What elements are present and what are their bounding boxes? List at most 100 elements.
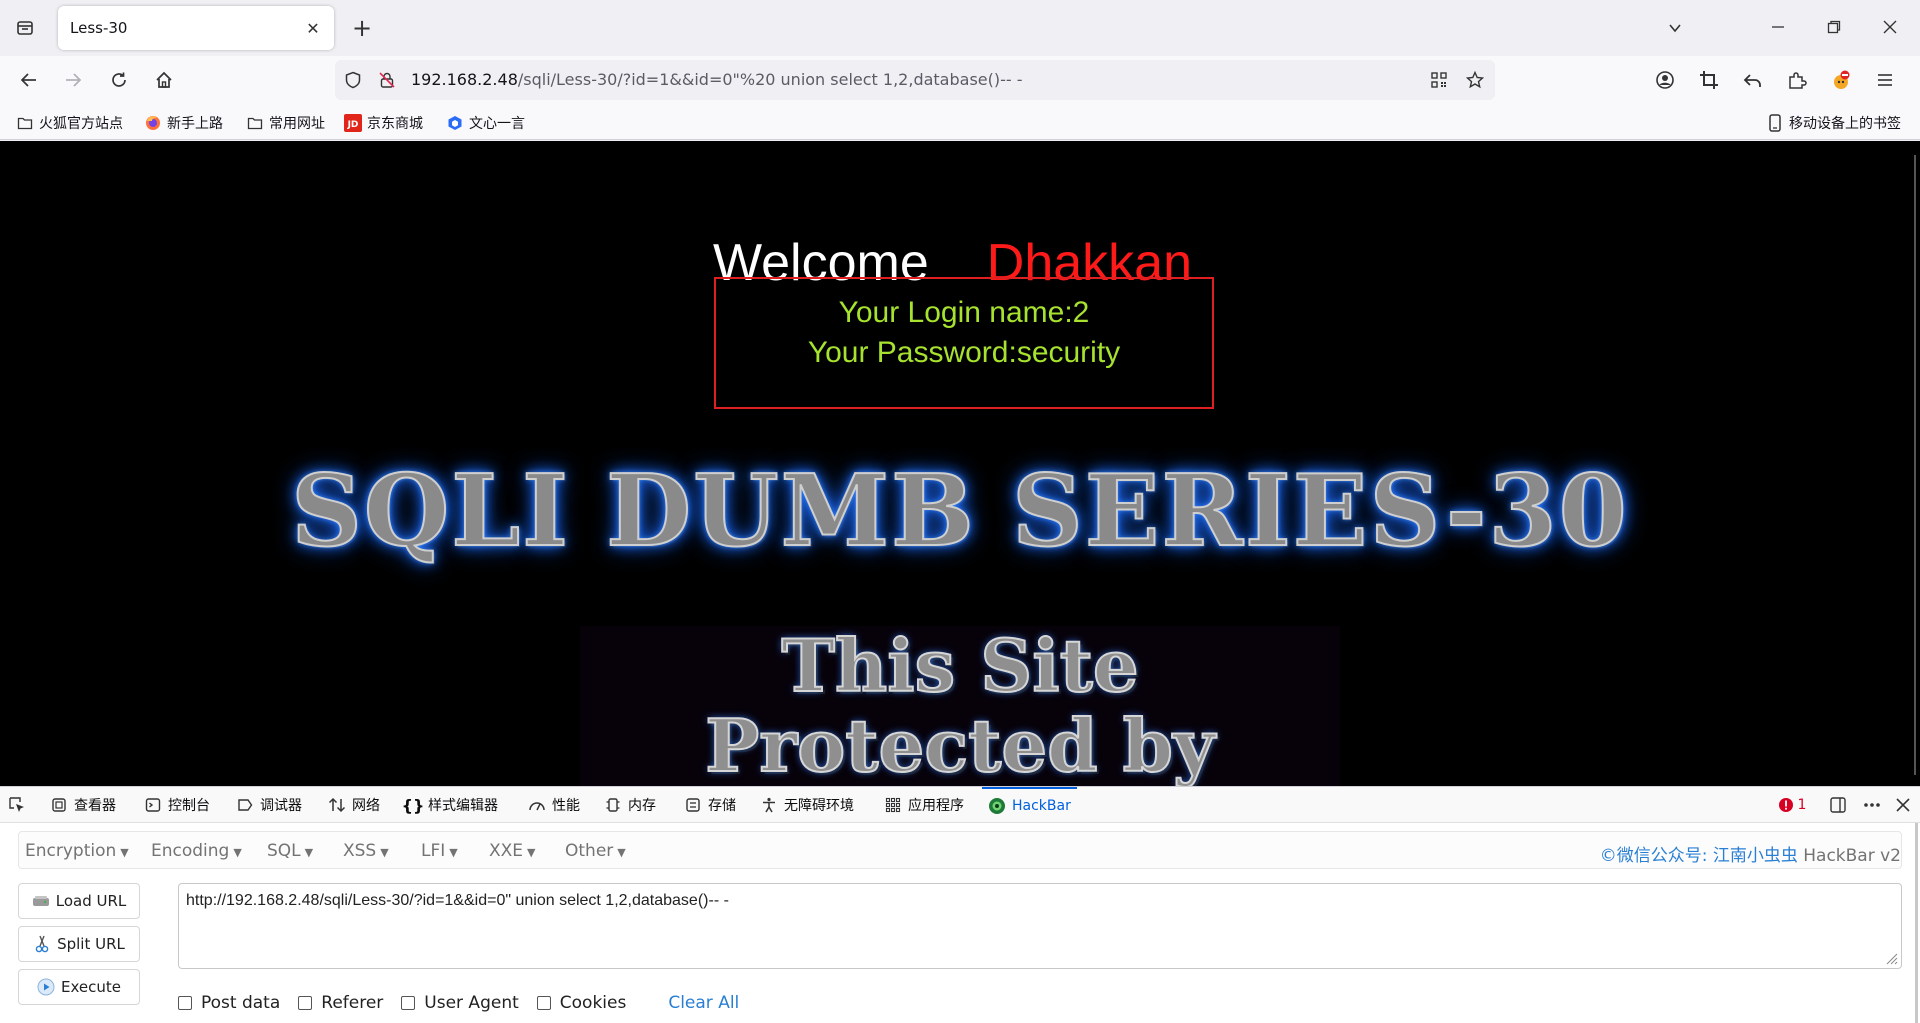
web-page: Welcome Dhakkan Your Login name:2 Your Pa… (0, 141, 1920, 786)
tab-debugger[interactable]: 调试器 (236, 787, 302, 823)
address-bar[interactable]: 192.168.2.48/sqli/Less-30/?id=1&&id=0"%2… (335, 60, 1495, 100)
menu-label: LFI (421, 841, 446, 861)
resize-grip-icon[interactable] (1884, 951, 1898, 965)
tab-memory[interactable]: 内存 (604, 787, 656, 823)
error-counter[interactable]: 1 (1772, 787, 1812, 823)
chevron-down-icon (1669, 24, 1681, 33)
tab-label: 网络 (352, 798, 380, 814)
tab-performance[interactable]: 性能 (528, 787, 580, 823)
url-host: 192.168.2.48 (411, 70, 518, 89)
tab-application[interactable]: 应用程序 (884, 787, 964, 823)
inspector-icon (50, 796, 68, 814)
tab-label: 控制台 (168, 798, 210, 814)
tab-overflow-button[interactable] (1660, 14, 1690, 42)
menu-encoding[interactable]: Encoding ▼ (151, 841, 242, 861)
hackbar-url-input[interactable]: http://192.168.2.48/sqli/Less-30/?id=1&&… (178, 883, 1902, 969)
bookmark-item[interactable]: 常用网址 (246, 112, 325, 134)
menu-lfi[interactable]: LFI ▼ (421, 841, 458, 861)
bookmark-label: 文心一言 (469, 116, 525, 132)
bookmark-item[interactable]: 新手上路 (144, 112, 223, 134)
url-text[interactable]: 192.168.2.48/sqli/Less-30/?id=1&&id=0"%2… (411, 70, 1023, 89)
post-data-checkbox[interactable]: Post data (178, 993, 280, 1013)
qr-code-icon[interactable] (1427, 68, 1451, 92)
tab-label: 应用程序 (908, 798, 964, 814)
insecure-lock-icon[interactable] (375, 68, 399, 92)
checkbox-box[interactable] (536, 996, 551, 1010)
extensions-button[interactable] (1782, 65, 1812, 95)
list-all-tabs-button[interactable] (10, 14, 40, 42)
tab-hackbar[interactable]: HackBar (982, 787, 1077, 823)
new-tab-button[interactable]: + (348, 14, 376, 42)
dock-button[interactable] (1822, 787, 1854, 823)
menu-encryption[interactable]: Encryption ▼ (25, 841, 129, 861)
tab-network[interactable]: 网络 (328, 787, 380, 823)
tab-active[interactable]: Less-30 ✕ (58, 6, 334, 50)
addon-button[interactable] (1826, 65, 1856, 95)
tab-console[interactable]: 控制台 (144, 787, 210, 823)
split-url-button[interactable]: Split URL (18, 926, 140, 962)
scissors-icon (33, 935, 51, 953)
back-button[interactable] (14, 65, 44, 95)
checkbox-box[interactable] (298, 996, 313, 1010)
tracking-protection-icon[interactable] (341, 68, 365, 92)
tab-style-editor[interactable]: {} 样式编辑器 (402, 787, 498, 823)
protected-banner: This Site Protected by (580, 625, 1340, 786)
menu-sql[interactable]: SQL ▼ (267, 841, 313, 861)
account-button[interactable] (1650, 65, 1680, 95)
crop-icon (1700, 71, 1718, 89)
menu-label: Encryption (25, 841, 117, 861)
bookmark-item[interactable]: 文心一言 (446, 112, 525, 134)
bookmark-item[interactable]: 火狐官方站点 (16, 112, 123, 134)
page-scrollbar[interactable] (1914, 155, 1916, 775)
restore-button[interactable] (1814, 12, 1854, 42)
screenshot-button[interactable] (1694, 65, 1724, 95)
tab-accessibility[interactable]: 无障碍环境 (760, 787, 854, 823)
close-window-button[interactable] (1870, 12, 1910, 42)
arrow-right-icon (66, 73, 82, 87)
minimize-button[interactable] (1758, 12, 1798, 42)
mobile-bookmarks[interactable]: 移动设备上的书签 (1766, 112, 1901, 134)
pick-element-button[interactable] (8, 787, 26, 823)
close-devtools-button[interactable] (1888, 787, 1918, 823)
close-icon (1883, 20, 1897, 34)
tab-storage[interactable]: 存储 (684, 787, 736, 823)
tab-label: HackBar (1012, 798, 1071, 814)
execute-button[interactable]: Execute (18, 969, 140, 1005)
clear-all-link[interactable]: Clear All (668, 993, 739, 1013)
home-button[interactable] (149, 65, 179, 95)
bookmark-label: 常用网址 (269, 116, 325, 132)
caret-down-icon: ▼ (380, 846, 389, 859)
reload-icon (112, 72, 126, 87)
forward-button[interactable] (58, 65, 88, 95)
browser-window: Less-30 ✕ + 192.168.2.48/sqli/Less-30/?i… (0, 0, 1920, 1023)
load-url-button[interactable]: Load URL (18, 883, 140, 919)
tab-label: 存储 (708, 798, 736, 814)
bookmark-label: 新手上路 (167, 116, 223, 132)
bookmark-item[interactable]: JD 京东商城 (344, 112, 423, 134)
cookies-checkbox[interactable]: Cookies (536, 993, 626, 1013)
more-options-button[interactable] (1856, 787, 1888, 823)
series-banner: SQLI DUMB SERIES-30 (230, 441, 1690, 581)
play-icon (37, 978, 55, 996)
undo-button[interactable] (1738, 65, 1768, 95)
menu-other[interactable]: Other ▼ (565, 841, 626, 861)
referer-checkbox[interactable]: Referer (298, 993, 383, 1013)
reload-button[interactable] (104, 65, 134, 95)
checkbox-box[interactable] (178, 996, 192, 1010)
menu-label: XSS (343, 841, 377, 861)
wechat-credit: ©微信公众号: 江南小虫虫 (1599, 846, 1798, 866)
storage-icon (684, 796, 702, 814)
pick-element-icon (8, 796, 26, 814)
bookmark-star-icon[interactable] (1463, 68, 1487, 92)
performance-icon (528, 796, 546, 814)
menu-xss[interactable]: XSS ▼ (343, 841, 389, 861)
tab-inspector[interactable]: 查看器 (50, 787, 116, 823)
user-agent-checkbox[interactable]: User Agent (401, 993, 519, 1013)
caret-down-icon: ▼ (120, 846, 129, 859)
checkbox-box[interactable] (401, 996, 416, 1010)
tab-label: 内存 (628, 798, 656, 814)
app-menu-button[interactable] (1870, 65, 1900, 95)
menu-xxe[interactable]: XXE ▼ (489, 841, 536, 861)
devtools-scrollbar[interactable] (1915, 823, 1918, 1023)
close-tab-icon[interactable]: ✕ (302, 17, 324, 39)
